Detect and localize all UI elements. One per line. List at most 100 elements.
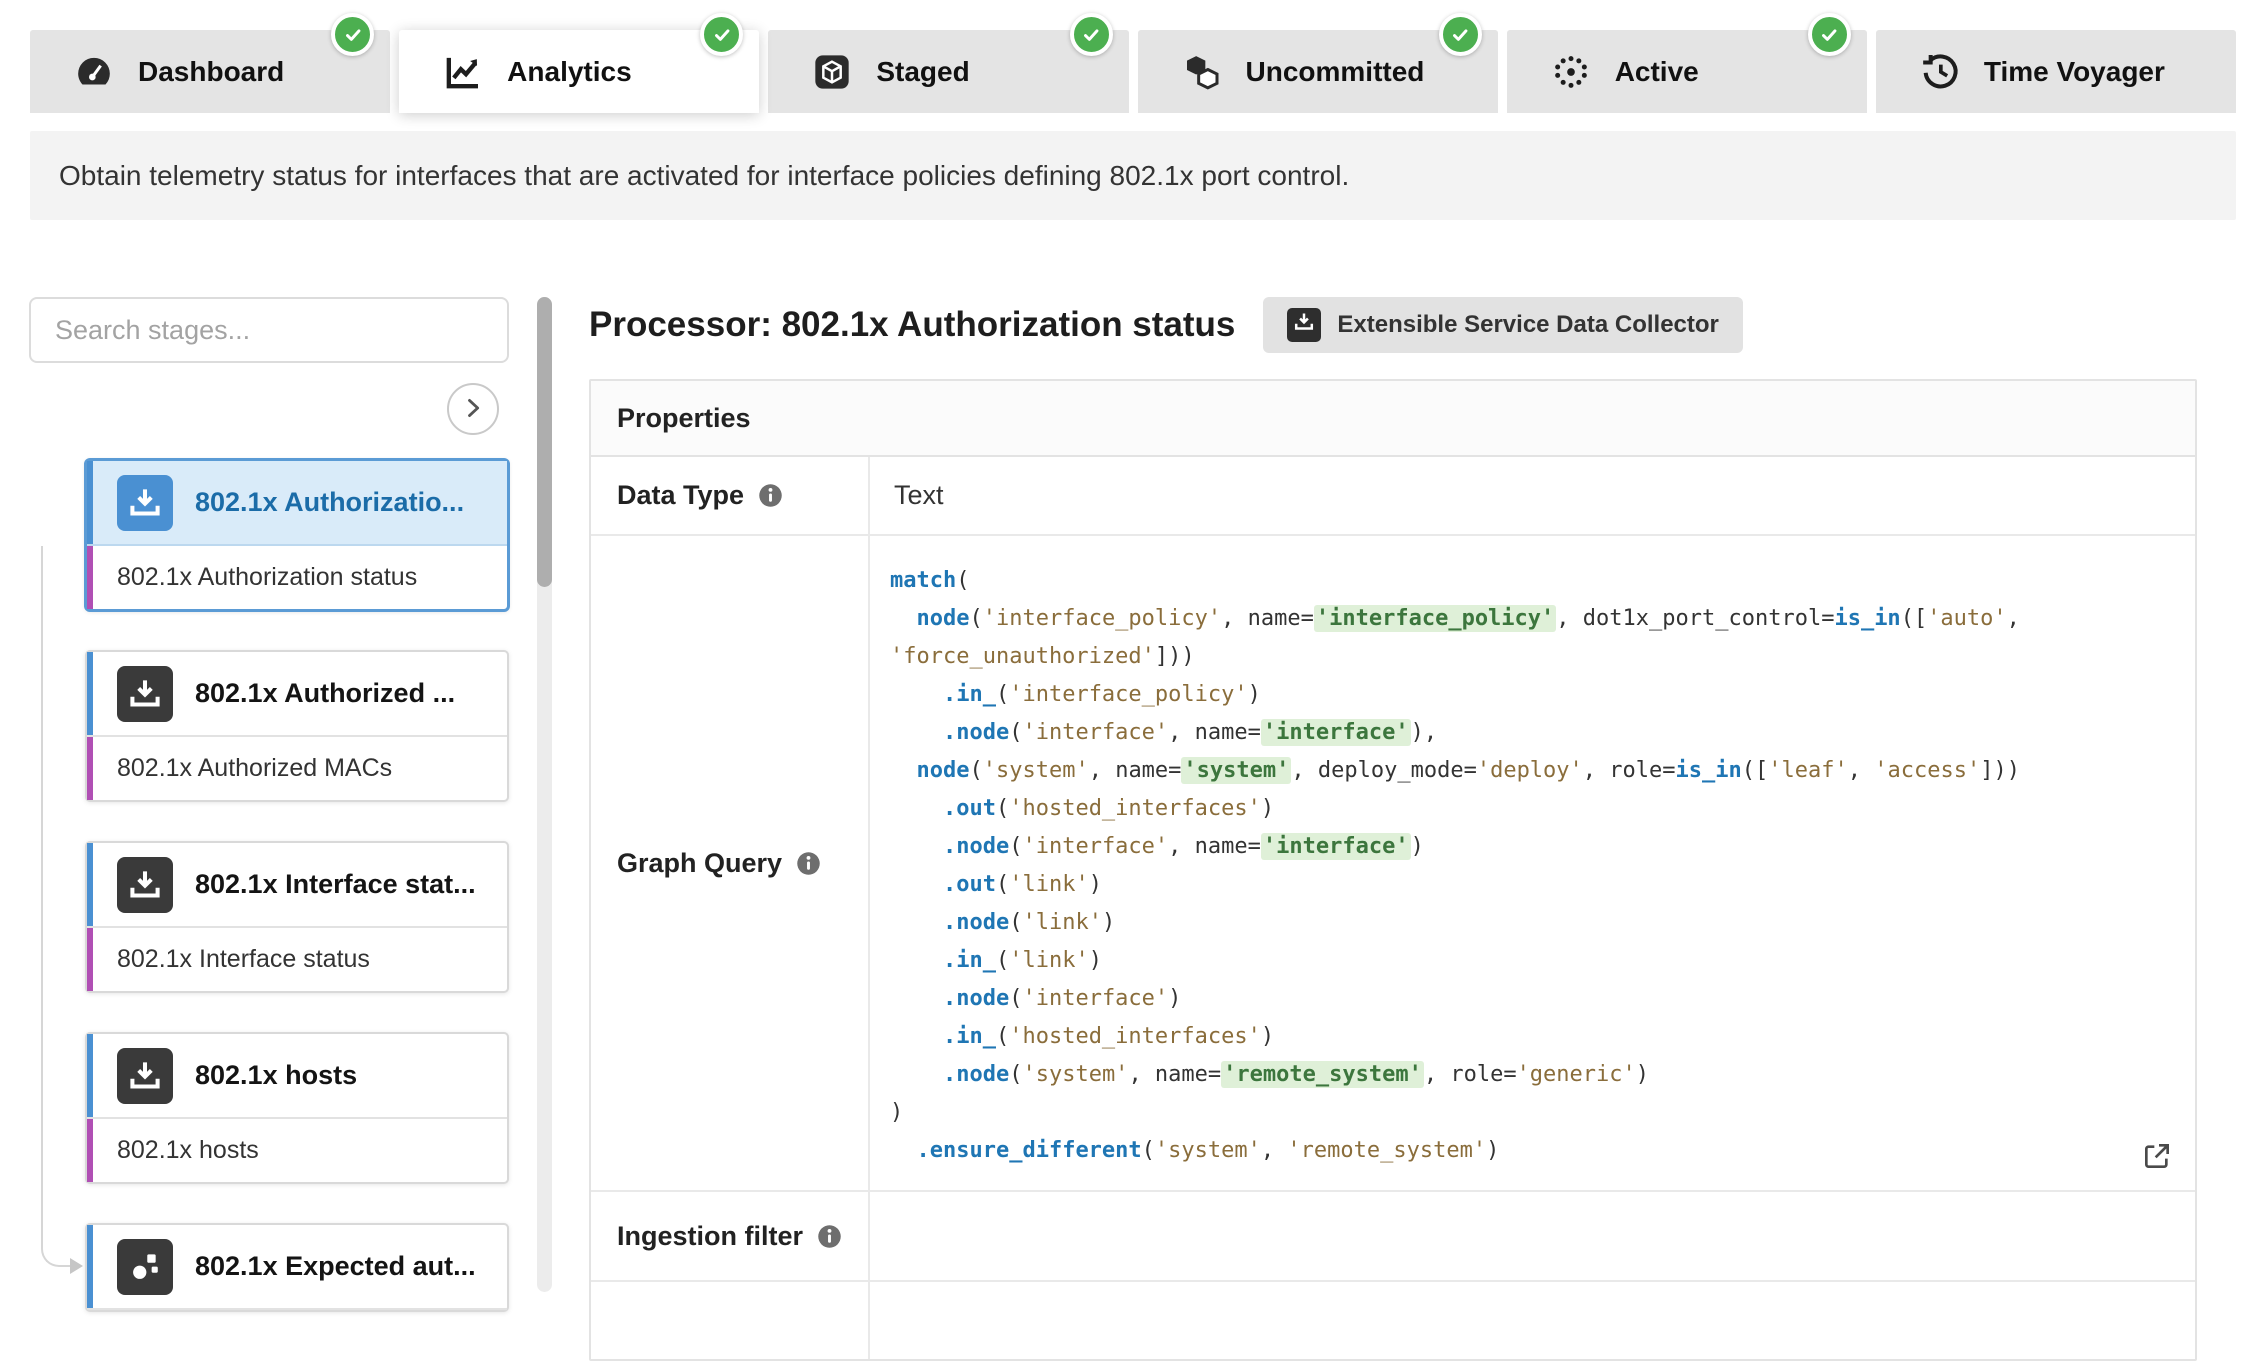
- search-stages-input[interactable]: [29, 297, 509, 363]
- data-type-value: Text: [870, 457, 2195, 534]
- tab-label: Active: [1615, 56, 1699, 88]
- collector-icon: [117, 666, 173, 722]
- stage-card[interactable]: 802.1x Expected aut...: [85, 1223, 509, 1312]
- code-line: .in_('link'): [890, 942, 2171, 980]
- scrollbar-thumb[interactable]: [537, 297, 552, 587]
- graph-query-label: Graph Query: [591, 536, 870, 1190]
- chevron-right-icon: [459, 394, 487, 425]
- code-line: .node('system', name='remote_system', ro…: [890, 1056, 2171, 1094]
- code-line: .in_('hosted_interfaces'): [890, 1018, 2171, 1056]
- tab-label: Time Voyager: [1984, 56, 2165, 88]
- stage-output-row[interactable]: 802.1x Interface status: [87, 928, 507, 991]
- collapse-sidebar-button[interactable]: [447, 383, 499, 435]
- stage-title: 802.1x Interface stat...: [195, 869, 476, 900]
- stage-output-label: 802.1x Authorized MACs: [117, 754, 392, 783]
- processor-title: Processor: 802.1x Authorization status: [589, 305, 1235, 345]
- ingestion-filter-label: Ingestion filter: [591, 1192, 870, 1280]
- analytics-icon: [443, 52, 483, 92]
- tab-dashboard[interactable]: Dashboard: [30, 30, 390, 113]
- uncommitted-icon: [1182, 52, 1222, 92]
- sidebar-scrollbar[interactable]: [537, 297, 552, 1292]
- collector-icon: [1287, 308, 1321, 342]
- tab-active[interactable]: Active: [1507, 30, 1867, 113]
- stage-output-label: 802.1x hosts: [117, 1136, 259, 1165]
- tab-uncommitted[interactable]: Uncommitted: [1138, 30, 1498, 113]
- stage-title: 802.1x Authorized ...: [195, 678, 455, 709]
- tab-staged[interactable]: Staged: [768, 30, 1128, 113]
- stage-title: 802.1x Expected aut...: [195, 1251, 476, 1282]
- data-type-label: Data Type: [591, 457, 870, 534]
- status-check-badge: [331, 13, 374, 56]
- collector-icon: [117, 1048, 173, 1104]
- collector-icon: [117, 475, 173, 531]
- tab-analytics[interactable]: Analytics: [399, 30, 759, 113]
- code-line: .node('link'): [890, 904, 2171, 942]
- status-check-badge: [1070, 13, 1113, 56]
- code-line: .out('hosted_interfaces'): [890, 790, 2171, 828]
- process-icon: [117, 1239, 173, 1295]
- tab-label: Analytics: [507, 56, 632, 88]
- stage-output-row[interactable]: 802.1x Authorization status: [87, 546, 507, 609]
- probe-description-bar: Obtain telemetry status for interfaces t…: [30, 131, 2236, 220]
- stage-processor-row[interactable]: 802.1x Interface stat...: [87, 843, 507, 928]
- info-icon[interactable]: [816, 1223, 843, 1250]
- property-row-ingestion-filter: Ingestion filter: [591, 1192, 2195, 1282]
- graph-query-value: match( node('interface_policy', name='in…: [870, 536, 2195, 1190]
- code-line: .node('interface', name='interface'),: [890, 714, 2171, 752]
- stage-processor-row[interactable]: 802.1x Authorizatio...: [87, 461, 507, 546]
- properties-panel-title: Properties: [591, 381, 2195, 457]
- code-line: .node('interface'): [890, 980, 2171, 1018]
- status-check-badge: [700, 13, 743, 56]
- stage-processor-row[interactable]: 802.1x Expected aut...: [87, 1225, 507, 1310]
- info-icon[interactable]: [795, 850, 822, 877]
- collector-type-badge[interactable]: Extensible Service Data Collector: [1263, 297, 1743, 353]
- stage-processor-row[interactable]: 802.1x hosts: [87, 1034, 507, 1119]
- info-icon[interactable]: [757, 482, 784, 509]
- stage-card[interactable]: 802.1x Authorizatio... 802.1x Authorizati…: [85, 459, 509, 611]
- stage-card[interactable]: 802.1x Authorized ... 802.1x Authorized M…: [85, 650, 509, 802]
- code-line: node('interface_policy', name='interface…: [890, 600, 2171, 638]
- probe-description-text: Obtain telemetry status for interfaces t…: [59, 160, 1349, 192]
- status-check-badge: [1439, 13, 1482, 56]
- code-line: .ensure_different('system', 'remote_syst…: [890, 1132, 2171, 1170]
- tab-label: Uncommitted: [1246, 56, 1425, 88]
- staged-icon: [812, 52, 852, 92]
- code-line: .node('interface', name='interface'): [890, 828, 2171, 866]
- code-line: ): [890, 1094, 2171, 1132]
- stage-output-row[interactable]: 802.1x Authorized MACs: [87, 737, 507, 800]
- stage-card[interactable]: 802.1x hosts 802.1x hosts: [85, 1032, 509, 1184]
- tab-bar: Dashboard Analytics Staged Uncommitted Activ…: [0, 0, 2266, 113]
- stage-output-label: 802.1x Authorization status: [117, 563, 417, 592]
- connector-arrow-icon: [70, 1258, 83, 1274]
- collector-icon: [117, 857, 173, 913]
- dashboard-icon: [74, 52, 114, 92]
- stage-title: 802.1x Authorizatio...: [195, 487, 464, 518]
- stage-output-row[interactable]: 802.1x hosts: [87, 1119, 507, 1182]
- expand-query-icon[interactable]: [2141, 1140, 2173, 1172]
- stage-title: 802.1x hosts: [195, 1060, 357, 1091]
- stage-connector-line: [41, 546, 79, 1267]
- processor-header: Processor: 802.1x Authorization status E…: [589, 297, 2197, 353]
- code-line: match(: [890, 562, 2171, 600]
- code-line: 'force_unauthorized'])): [890, 638, 2171, 676]
- stages-sidebar: 802.1x Authorizatio... 802.1x Authorizati…: [29, 297, 509, 1292]
- property-row-partial: [591, 1282, 2195, 1359]
- status-check-badge: [1808, 13, 1851, 56]
- code-line: node('system', name='system', deploy_mod…: [890, 752, 2171, 790]
- tab-label: Dashboard: [138, 56, 284, 88]
- stage-list: 802.1x Authorizatio... 802.1x Authorizati…: [85, 459, 509, 1312]
- tab-label: Staged: [876, 56, 969, 88]
- processor-detail-panel: Processor: 802.1x Authorization status E…: [589, 297, 2197, 1292]
- stage-processor-row[interactable]: 802.1x Authorized ...: [87, 652, 507, 737]
- stage-card[interactable]: 802.1x Interface stat... 802.1x Interface…: [85, 841, 509, 993]
- tab-time-voyager[interactable]: Time Voyager: [1876, 30, 2236, 113]
- content-area: 802.1x Authorizatio... 802.1x Authorizati…: [0, 220, 2266, 1292]
- ingestion-filter-value: [870, 1192, 2195, 1280]
- property-row-graph-query: Graph Query match( node('interface_polic…: [591, 536, 2195, 1192]
- code-line: .out('link'): [890, 866, 2171, 904]
- graph-query-code: match( node('interface_policy', name='in…: [890, 562, 2171, 1170]
- property-row-data-type: Data Type Text: [591, 457, 2195, 536]
- stage-output-label: 802.1x Interface status: [117, 945, 370, 974]
- collector-type-label: Extensible Service Data Collector: [1337, 311, 1719, 339]
- time-voyager-icon: [1920, 52, 1960, 92]
